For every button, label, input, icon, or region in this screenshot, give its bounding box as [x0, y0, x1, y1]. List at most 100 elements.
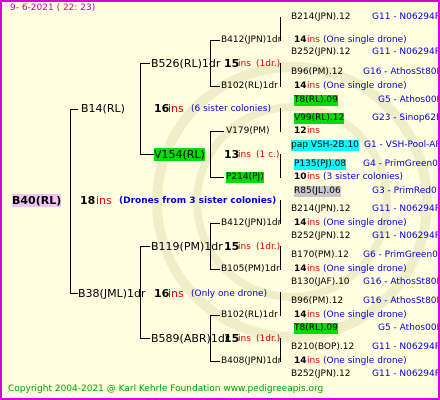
connector	[210, 40, 220, 41]
gen4-queen-id[interactable]: B130(JAF).10	[291, 277, 350, 288]
connector	[140, 338, 150, 339]
gen3-count: 10	[294, 172, 307, 182]
gen3-ins: ins	[307, 356, 320, 366]
gen4-queen-id[interactable]: B252(JPN).12	[291, 47, 351, 58]
gen4-queen-id[interactable]: B252(JPN).12	[291, 369, 351, 380]
gen1-queen-id[interactable]: B14(RL)	[81, 102, 125, 115]
pedigree-frame: 9- 6-2021 ( 22: 23) B40(RL) 18 ins (Dron…	[0, 0, 440, 400]
gen3-count: 14	[294, 35, 307, 45]
gen4-code: G1 - VSH-Pool-AR	[364, 140, 440, 150]
gen3-queen-id[interactable]: B408(JPN)1dr	[221, 356, 281, 367]
gen1-note: (Only one drone)	[191, 289, 268, 299]
gen4-code: G11 - N06294R	[372, 47, 440, 57]
gen3-queen-id[interactable]: B412(JPN)1dr	[221, 35, 281, 46]
gen4-code: G11 - N06294R	[372, 342, 440, 352]
gen4-queen-id[interactable]: R85(JL).06	[294, 186, 341, 197]
connector	[70, 109, 78, 110]
gen4-queen-id[interactable]: B96(PM).12	[291, 67, 343, 78]
connector	[70, 293, 78, 294]
connector	[140, 154, 154, 155]
gen4-queen-id[interactable]: B214(JPN).12	[291, 12, 351, 23]
gen4-queen-id[interactable]: B170(PM).12	[291, 250, 349, 261]
connector	[70, 109, 71, 294]
root-count: 18	[80, 194, 96, 207]
gen2-queen-id[interactable]: B526(RL)1dr	[151, 57, 220, 70]
gen3-queen-id[interactable]: B105(PM)1dr	[221, 264, 280, 275]
gen3-queen-id[interactable]: B412(JPN)1dr	[221, 218, 281, 229]
gen2-queen-id[interactable]: B589(ABR)1dr	[151, 332, 229, 345]
gen3-note: (One single drone)	[323, 264, 407, 274]
connector	[140, 246, 150, 247]
gen3-ins: ins	[307, 81, 320, 91]
connector	[210, 361, 220, 362]
gen4-code: G23 - Sinop62R	[372, 113, 440, 123]
gen2-ins: ins	[238, 334, 251, 344]
gen3-queen-id[interactable]: B102(RL)1dr	[221, 310, 278, 321]
gen3-count: 14	[294, 264, 307, 274]
gen2-note: (1 c.)	[256, 150, 280, 160]
gen1-ins: ins	[168, 287, 184, 300]
gen1-queen-id[interactable]: B38(JML)1dr	[78, 287, 146, 300]
gen4-queen-id[interactable]: T8(RL).09	[294, 95, 338, 106]
root-ins: ins	[96, 194, 112, 207]
gen4-code: G11 - N06294R	[372, 12, 440, 22]
gen4-queen-id[interactable]: T8(RL).09	[294, 323, 338, 334]
gen4-queen-id[interactable]: B210(BOP).12	[291, 342, 354, 353]
gen3-note: (One single drone)	[323, 356, 407, 366]
gen4-code: G11 - N06294R	[372, 204, 440, 214]
gen2-note: (1dr.)	[256, 334, 281, 344]
gen3-note: (One single drone)	[323, 310, 407, 320]
gen4-code: G16 - AthosSt80R	[363, 277, 440, 287]
gen2-queen-id[interactable]: B119(PM)1dr	[151, 240, 223, 253]
gen4-queen-id[interactable]: B214(JPN).12	[291, 204, 351, 215]
gen4-queen-id[interactable]: V99(RL).12	[294, 113, 345, 124]
gen3-note: (One single drone)	[323, 81, 407, 91]
connector	[280, 108, 281, 132]
gen4-queen-id[interactable]: P135(PJ).08	[294, 159, 347, 170]
gen3-queen-id[interactable]: P214(PJ)	[226, 172, 264, 183]
root-queen-id[interactable]: B40(RL)	[12, 194, 62, 207]
connector	[210, 131, 224, 132]
gen4-queen-id[interactable]: B96(PM).12	[291, 296, 343, 307]
gen3-ins: ins	[307, 126, 320, 136]
connector	[140, 63, 141, 155]
connector	[210, 269, 220, 270]
gen2-note: (1dr.)	[256, 242, 281, 252]
gen3-ins: ins	[307, 310, 320, 320]
gen4-code: G11 - N06294R	[372, 369, 440, 379]
gen1-ins: ins	[168, 102, 184, 115]
gen3-ins: ins	[307, 218, 320, 228]
gen4-code: G11 - N06294R	[372, 231, 440, 241]
gen3-queen-id[interactable]: V179(PM)	[226, 126, 270, 137]
gen3-ins: ins	[307, 264, 320, 274]
gen4-code: G4 - PrimGreen00	[363, 159, 440, 169]
gen2-queen-id[interactable]: V154(RL)	[154, 148, 205, 161]
gen2-ins: ins	[238, 59, 251, 69]
gen3-ins: ins	[307, 172, 320, 182]
gen2-ins: ins	[238, 150, 251, 160]
print-date: 9- 6-2021 ( 22: 23)	[10, 3, 96, 13]
connector	[210, 223, 220, 224]
gen3-note: (3 sister colonies)	[323, 172, 404, 182]
gen3-count: 14	[294, 310, 307, 320]
gen4-code: G6 - PrimGreen00	[363, 250, 440, 260]
gen4-code: G5 - Athos00R	[378, 323, 440, 333]
connector	[280, 292, 281, 316]
connector	[210, 177, 224, 178]
gen2-ins: ins	[238, 242, 251, 252]
gen3-count: 14	[294, 81, 307, 91]
gen4-code: G16 - AthosSt80R	[363, 67, 440, 77]
root-note: (Drones from 3 sister colonies)	[119, 196, 277, 206]
gen4-queen-id[interactable]: B252(JPN).12	[291, 231, 351, 242]
gen3-ins: ins	[307, 35, 320, 45]
gen3-note: (One single drone)	[323, 35, 407, 45]
connector	[140, 63, 150, 64]
connector	[280, 154, 281, 178]
gen4-code: G16 - AthosSt80R	[363, 296, 440, 306]
gen4-code: G5 - Athos00R	[378, 95, 440, 105]
gen4-queen-id[interactable]: pap VSH-2B.10	[291, 140, 359, 151]
copyright-footer: Copyright 2004-2021 @ Karl Kehrle Founda…	[8, 384, 324, 394]
connector	[210, 315, 220, 316]
gen3-count: 14	[294, 218, 307, 228]
gen3-queen-id[interactable]: B102(RL)1dr	[221, 81, 278, 92]
